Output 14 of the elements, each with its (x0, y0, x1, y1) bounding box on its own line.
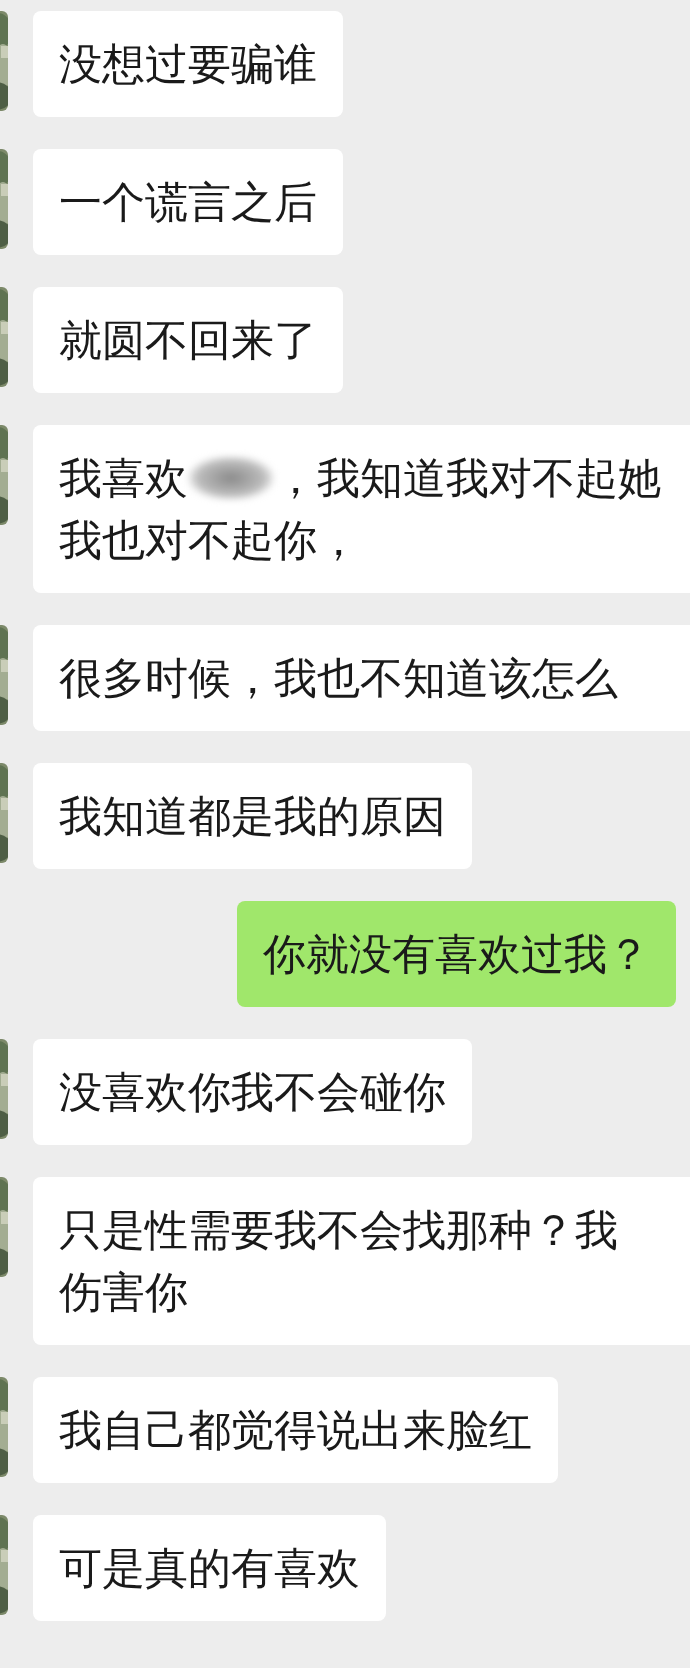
message-text: 就圆不回来了 (59, 314, 317, 367)
message-text: 很多时候，我也不知道该怎么 (59, 652, 619, 705)
message-text: 可是真的有喜欢 (59, 1542, 360, 1595)
message-text: 我喜欢 (59, 452, 188, 505)
message-text: 我自己都觉得说出来脸红 (59, 1404, 532, 1457)
message-text: 你就没有喜欢过我？ (263, 928, 650, 981)
message-text: 只是性需要我不会找那种？我 (59, 1204, 619, 1257)
message-text: 我知道都是我的原因 (59, 790, 446, 843)
message-text: 没喜欢你我不会碰你 (59, 1066, 446, 1119)
message-text: 我也对不起你， (59, 514, 361, 567)
message-text: ，我知道我对不起她 (274, 452, 661, 505)
message-text: 伤害你 (59, 1266, 189, 1319)
message-text: 一个谎言之后 (59, 176, 317, 229)
message-text: 没想过要骗谁 (59, 38, 317, 91)
